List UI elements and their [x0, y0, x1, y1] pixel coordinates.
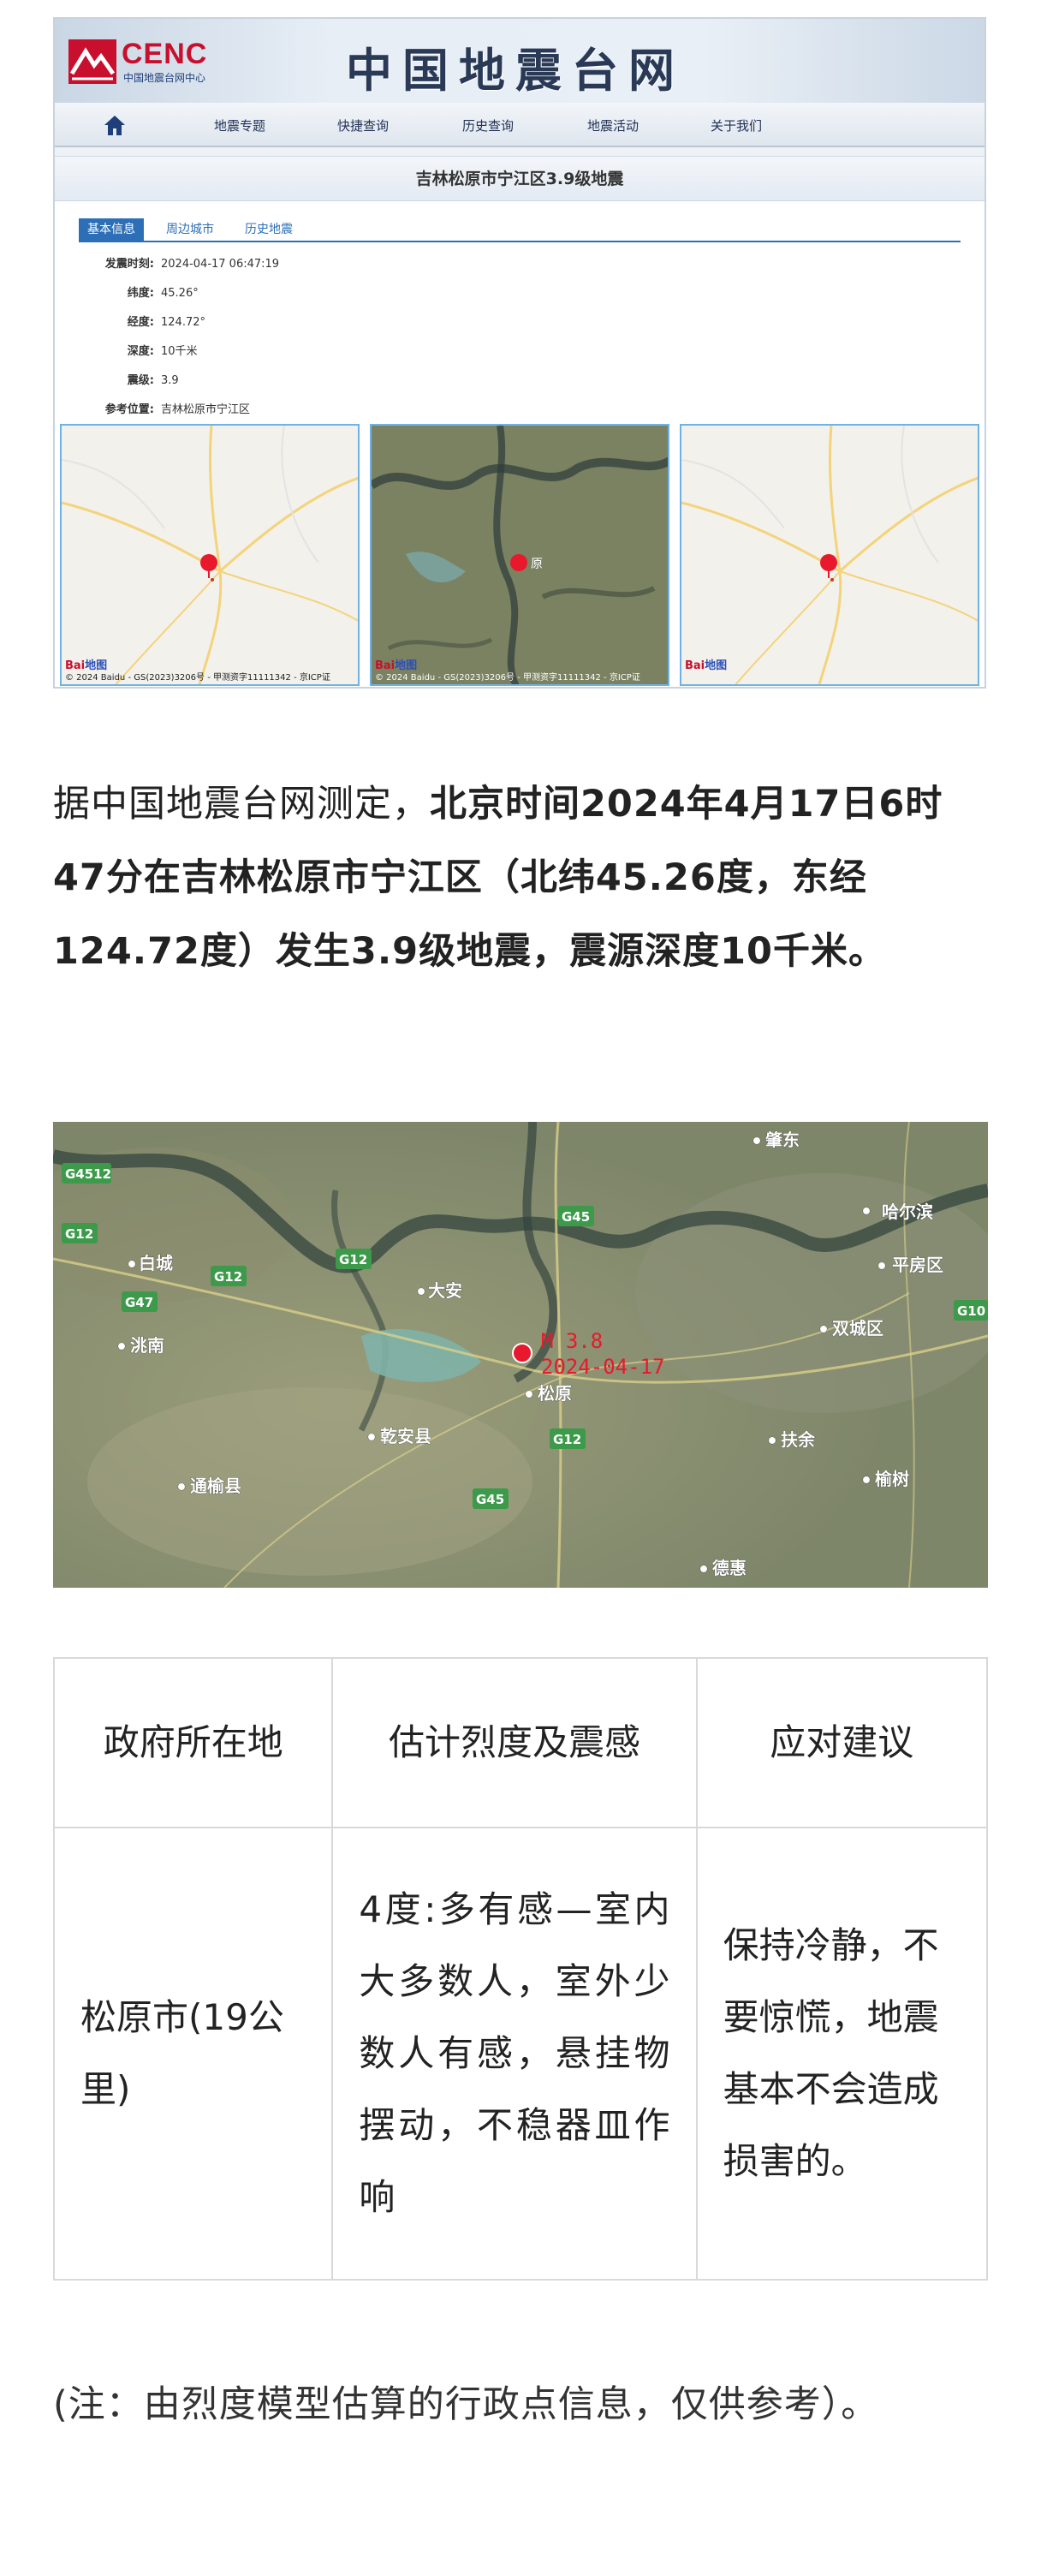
road-label: G12	[214, 1269, 242, 1285]
city-label: 松原	[538, 1383, 572, 1404]
city-label: 哈尔滨	[882, 1202, 933, 1222]
info-row-depth: 深度: 10千米	[79, 342, 198, 358]
table-cell-location: 松原市(19公里)	[52, 1827, 334, 2281]
city-label: 乾安县	[380, 1426, 431, 1446]
info-value: 10千米	[161, 345, 198, 358]
table-header-location: 政府所在地	[52, 1657, 334, 1828]
cenc-logo[interactable]: CENC 中国地震台网中心	[68, 36, 257, 87]
info-value: 3.9	[161, 374, 179, 387]
city-label: 扶余	[781, 1429, 816, 1450]
map-city-label: 原	[531, 558, 543, 571]
site-title: 中国地震台网	[346, 43, 685, 98]
info-label: 经度:	[127, 316, 154, 329]
info-label: 纬度:	[127, 287, 154, 300]
city-label: 德惠	[712, 1558, 747, 1578]
satellite-map-tile[interactable]: 原 Bai地图 © 2024 Baidu - GS(2023)3206号 - 甲…	[370, 424, 669, 686]
road-label: G47	[125, 1295, 153, 1310]
cenc-screenshot: CENC 中国地震台网中心 中国地震台网 地震专题 快捷查询 历史查询 地震活动…	[53, 17, 986, 689]
road-label: G12	[339, 1252, 367, 1267]
baidu-logo-tail: 地图	[705, 659, 728, 672]
road-label: G45	[562, 1209, 590, 1225]
top-nav: 地震专题 快捷查询 历史查询 地震活动 关于我们	[55, 103, 984, 147]
info-row-magnitude: 震级: 3.9	[79, 371, 179, 387]
logo-subtitle: 中国地震台网中心	[123, 72, 206, 84]
nav-item-quick-query[interactable]: 快捷查询	[337, 116, 389, 134]
table-header-advice: 应对建议	[695, 1657, 989, 1828]
epicenter-marker[interactable]	[510, 554, 527, 571]
nav-item-about[interactable]: 关于我们	[711, 116, 762, 134]
site-banner: CENC 中国地震台网中心 中国地震台网	[55, 19, 984, 103]
road-map-tile[interactable]: Bai地图 © 2024 Baidu - GS(2023)3206号 - 甲测资…	[60, 424, 360, 686]
city-label: 平房区	[892, 1255, 943, 1275]
nav-item-history-query[interactable]: 历史查询	[462, 116, 514, 134]
city-label: 肇东	[765, 1130, 800, 1150]
satellite-map[interactable]: G4512 G12 G45 G47 G12 G12 G45 G12 G10 肇东…	[53, 1122, 988, 1588]
info-label: 深度:	[127, 345, 154, 358]
info-value: 2024-04-17 06:47:19	[161, 258, 280, 271]
info-label: 震级:	[127, 374, 154, 387]
info-label: 发震时刻:	[104, 258, 154, 271]
table-cell-intensity: 4度:多有感—室内大多数人，室外少数人有感，悬挂物摆动，不稳器皿作响	[331, 1827, 698, 2281]
info-row-latitude: 纬度: 45.26°	[79, 283, 199, 300]
logo-text: CENC	[122, 38, 208, 70]
info-row-time: 发震时刻: 2024-04-17 06:47:19	[79, 254, 279, 271]
info-row-location: 参考位置: 吉林松原市宁江区	[79, 400, 250, 416]
info-label: 参考位置:	[104, 403, 154, 416]
epicenter-marker[interactable]	[820, 554, 837, 571]
article-intro: 据中国地震台网测定，	[53, 783, 430, 826]
city-label: 白城	[139, 1253, 173, 1273]
tab-history-quakes[interactable]: 历史地震	[236, 218, 301, 241]
road-label: G12	[65, 1226, 93, 1242]
quake-magnitude-label: M 3.8	[541, 1329, 603, 1353]
tab-nearby-cities[interactable]: 周边城市	[158, 218, 223, 241]
table-row: 松原市(19公里) 4度:多有感—室内大多数人，室外少数人有感，悬挂物摆动，不稳…	[52, 1827, 989, 2281]
tab-basic-info[interactable]: 基本信息	[79, 218, 144, 241]
table-cell-advice: 保持冷静，不要惊慌，地震基本不会造成损害的。	[695, 1827, 989, 2281]
info-value: 124.72°	[161, 316, 205, 329]
intensity-table: 政府所在地 估计烈度及震感 应对建议 松原市(19公里) 4度:多有感—室内大多…	[52, 1657, 989, 2281]
info-value: 吉林松原市宁江区	[161, 403, 251, 416]
baidu-logo: Bai地图	[685, 656, 727, 672]
epicenter-marker[interactable]	[200, 554, 217, 571]
city-label: 榆树	[875, 1469, 909, 1489]
nav-item-activity[interactable]: 地震活动	[587, 116, 639, 134]
table-header-intensity: 估计烈度及震感	[331, 1657, 698, 1828]
tabs-underline	[79, 241, 961, 242]
map-copyright: © 2024 Baidu - GS(2023)3206号 - 甲测资字11111…	[375, 673, 640, 683]
city-label: 洮南	[130, 1335, 164, 1356]
epicenter-marker[interactable]	[512, 1343, 532, 1363]
city-label: 大安	[428, 1280, 462, 1301]
city-label: 通榆县	[190, 1476, 241, 1496]
info-value: 45.26°	[161, 287, 199, 300]
earthquake-panel: 吉林松原市宁江区3.9级地震 基本信息 周边城市 历史地震 发震时刻: 2024-…	[55, 156, 984, 687]
road-map-tile-2[interactable]: Bai地图	[680, 424, 979, 686]
home-icon[interactable]	[103, 113, 127, 137]
article-paragraph: 据中国地震台网测定，北京时间2024年4月17日6时47分在吉林松原市宁江区（北…	[53, 767, 988, 988]
map-copyright: © 2024 Baidu - GS(2023)3206号 - 甲测资字11111…	[65, 673, 330, 683]
panel-title: 吉林松原市宁江区3.9级地震	[55, 157, 984, 201]
road-label: G10	[957, 1303, 985, 1319]
map-thumbnails: Bai地图 © 2024 Baidu - GS(2023)3206号 - 甲测资…	[60, 424, 981, 686]
city-label: 双城区	[832, 1318, 883, 1339]
cenc-logo-icon	[68, 39, 116, 84]
baidu-logo-text: Bai	[685, 659, 705, 672]
road-label: G12	[553, 1432, 581, 1447]
quake-date-label: 2024-04-17	[541, 1355, 665, 1379]
road-label: G45	[476, 1492, 504, 1507]
road-label-g4512: G4512	[65, 1166, 111, 1182]
table-header-row: 政府所在地 估计烈度及震感 应对建议	[52, 1657, 989, 1828]
info-row-longitude: 经度: 124.72°	[79, 313, 205, 329]
nav-item-topics[interactable]: 地震专题	[214, 116, 265, 134]
footnote: (注：由烈度模型估算的行政点信息，仅供参考）。	[53, 2383, 879, 2426]
